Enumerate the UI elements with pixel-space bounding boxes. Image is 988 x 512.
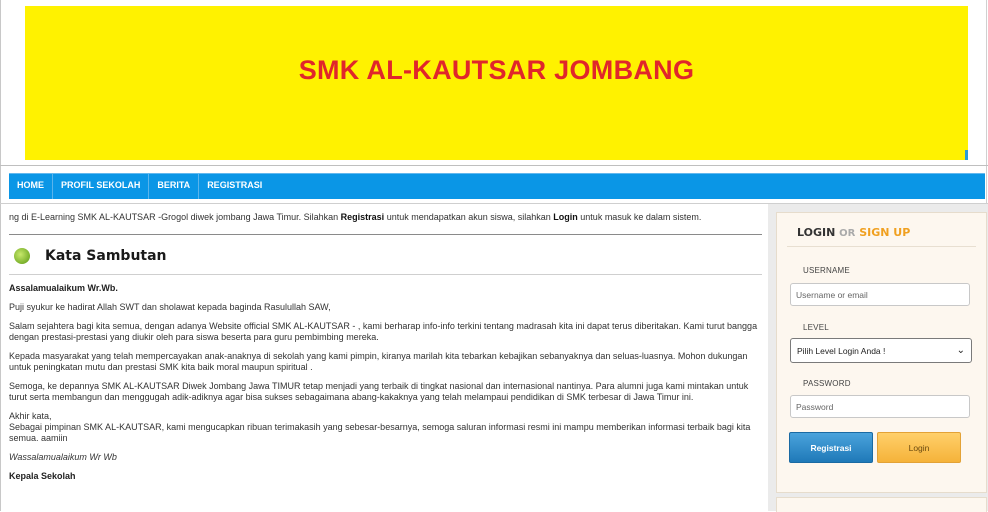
password-input[interactable] xyxy=(790,395,970,418)
welcome-article: Assalamualaikum Wr.Wb. Puji syukur ke ha… xyxy=(9,283,764,490)
welcome-title: Kata Sambutan xyxy=(45,248,167,264)
running-text-post: untuk masuk ke dalam sistem. xyxy=(577,212,702,222)
welcome-heading: Kata Sambutan xyxy=(14,248,167,264)
article-paragraph-1: Puji syukur ke hadirat Allah SWT dan sho… xyxy=(9,302,331,312)
banner-corner-decoration xyxy=(965,150,968,160)
running-text-mid: untuk mendapatkan akun siswa, silahkan xyxy=(384,212,554,222)
article-paragraph-5: Akhir kata, Sebagai pimpinan SMK AL-KAUTS… xyxy=(9,411,764,444)
article-paragraph-2: Salam sejahtera bagi kita semua, dengan … xyxy=(9,321,758,342)
article-greeting: Assalamualaikum Wr.Wb. xyxy=(9,283,118,293)
level-select[interactable]: Pilih Level Login Anda ! ⌄ xyxy=(790,338,972,363)
article-closing-salutation: Wassalamualaikum Wr Wb xyxy=(9,452,117,462)
sidebar-next-panel xyxy=(776,497,987,512)
login-heading-or: OR xyxy=(839,228,856,239)
banner-title: SMK AL-KAUTSAR JOMBANG xyxy=(298,54,695,85)
page-left-border xyxy=(0,0,1,511)
article-closing-intro: Akhir kata, xyxy=(9,411,52,421)
article-closing-text: Sebagai pimpinan SMK AL-KAUTSAR, kami me… xyxy=(9,422,751,443)
running-text-registrasi: Registrasi xyxy=(340,212,385,222)
green-circle-icon xyxy=(14,248,30,264)
username-label: USERNAME xyxy=(803,266,850,275)
header-banner: SMK AL-KAUTSAR JOMBANG xyxy=(25,6,968,160)
login-heading: LOGIN OR SIGN UP xyxy=(797,226,910,239)
level-label: LEVEL xyxy=(803,323,829,332)
login-button[interactable]: Login xyxy=(877,432,961,463)
article-paragraph-4: Semoga, ke depannya SMK AL-KAUTSAR Diwek… xyxy=(9,381,749,402)
nav-registrasi[interactable]: REGISTRASI xyxy=(199,174,270,199)
username-input[interactable] xyxy=(790,283,970,306)
article-signature: Kepala Sekolah xyxy=(9,471,76,481)
nav-home[interactable]: HOME xyxy=(9,174,53,199)
welcome-divider xyxy=(9,274,762,275)
login-heading-divider xyxy=(787,246,976,247)
running-text-pre: ng di E-Learning SMK AL-KAUTSAR -Grogol … xyxy=(9,212,341,222)
register-button[interactable]: Registrasi xyxy=(789,432,873,463)
nav-berita[interactable]: BERITA xyxy=(149,174,200,199)
chevron-down-icon: ⌄ xyxy=(956,345,965,356)
header-divider xyxy=(0,165,988,166)
content-divider xyxy=(9,234,762,235)
running-text-login: Login xyxy=(553,212,578,222)
login-panel: LOGIN OR SIGN UP USERNAME LEVEL Pilih Le… xyxy=(776,212,987,493)
login-heading-signup: SIGN UP xyxy=(859,226,911,239)
article-paragraph-3: Kepada masyarakat yang telah mempercayak… xyxy=(9,351,748,372)
level-select-value: Pilih Level Login Anda ! xyxy=(797,345,886,356)
main-navbar: HOME PROFIL SEKOLAH BERITA REGISTRASI xyxy=(9,173,985,199)
running-text: ng di E-Learning SMK AL-KAUTSAR -Grogol … xyxy=(9,212,761,222)
password-label: PASSWORD xyxy=(803,379,851,388)
nav-profil-sekolah[interactable]: PROFIL SEKOLAH xyxy=(53,174,150,199)
login-heading-login: LOGIN xyxy=(797,226,836,239)
